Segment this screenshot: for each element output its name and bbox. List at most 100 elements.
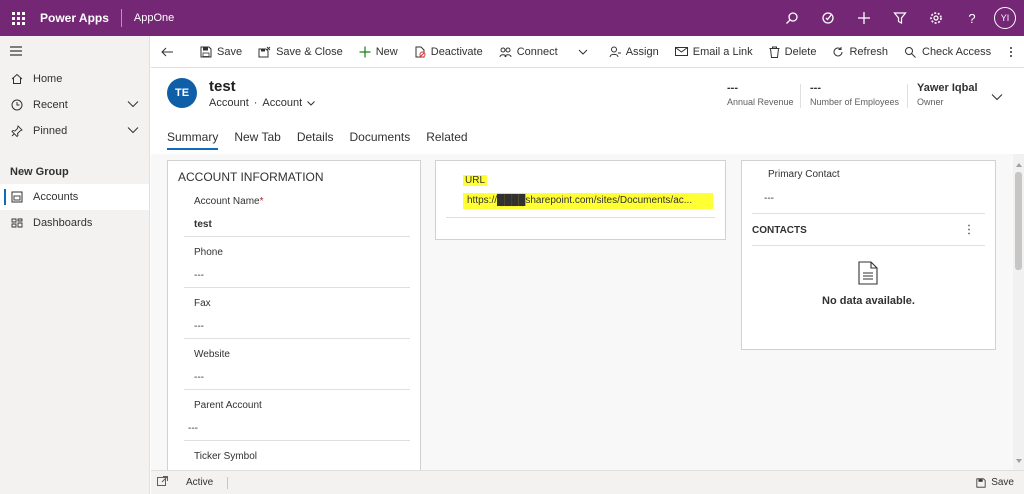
plus-icon <box>359 46 371 57</box>
app-module-name[interactable]: AppOne <box>134 12 174 24</box>
check-access-label: Check Access <box>922 45 992 58</box>
record-avatar: TE <box>167 78 197 108</box>
parent-account-field[interactable]: Parent Account --- <box>184 390 410 441</box>
dashboards-icon <box>10 216 24 230</box>
phone-value[interactable]: --- <box>194 270 204 281</box>
hamburger-menu-icon[interactable] <box>0 36 149 66</box>
delete-label: Delete <box>784 45 817 58</box>
check-access-button[interactable]: Check Access <box>896 36 999 68</box>
email-link-button[interactable]: Email a Link <box>667 36 761 68</box>
sidebar-item-recent[interactable]: Recent <box>0 92 149 118</box>
owner-label: Owner <box>917 97 944 107</box>
sidebar-item-label: Accounts <box>33 191 79 203</box>
primary-contact-value[interactable]: --- <box>764 193 774 204</box>
record-title: test <box>209 78 236 95</box>
delete-button[interactable]: Delete <box>761 36 825 68</box>
assign-label: Assign <box>625 45 659 58</box>
contacts-title: CONTACTS <box>752 225 807 236</box>
save-icon <box>976 477 986 488</box>
field-label: Fax <box>194 298 211 309</box>
sidebar-item-home[interactable]: Home <box>0 66 149 92</box>
save-close-button[interactable]: Save & Close <box>250 36 351 68</box>
more-options-icon[interactable] <box>967 224 971 238</box>
expand-header-icon[interactable] <box>991 92 1003 104</box>
scroll-down-icon[interactable] <box>1016 454 1022 466</box>
employees-field: --- Number of Employees <box>810 82 899 107</box>
phone-field[interactable]: Phone --- <box>184 237 410 288</box>
user-avatar[interactable]: YI <box>994 7 1016 29</box>
command-bar: Save Save & Close New Deactivate Connect… <box>151 36 1024 68</box>
back-button[interactable] <box>151 36 188 68</box>
owner-link[interactable]: Yawer Iqbal <box>917 82 978 95</box>
more-commands-icon[interactable] <box>999 36 1024 68</box>
subgrid-divider <box>752 245 985 246</box>
email-link-label: Email a Link <box>692 45 753 58</box>
sidebar-item-accounts[interactable]: Accounts <box>0 184 149 210</box>
account-name-field[interactable]: Account Name* test <box>184 186 410 237</box>
fax-field[interactable]: Fax --- <box>184 288 410 339</box>
save-button[interactable]: Save <box>192 36 250 68</box>
account-name-value[interactable]: test <box>194 219 212 230</box>
open-in-new-window-icon[interactable] <box>157 476 168 489</box>
sidebar: Home Recent Pinned New Group Accounts Da… <box>0 36 150 494</box>
website-field[interactable]: Website --- <box>184 339 410 390</box>
vertical-scrollbar[interactable] <box>1013 154 1024 470</box>
new-label: New <box>375 45 398 58</box>
connect-icon <box>499 47 512 57</box>
ticker-symbol-field[interactable]: Ticker Symbol <box>184 441 410 470</box>
app-name[interactable]: Power Apps <box>40 11 109 25</box>
field-label: Account Name* <box>194 196 264 207</box>
record-entity: Account <box>209 97 249 109</box>
plus-icon[interactable] <box>846 0 882 36</box>
record-header: TE test Account · Account --- Annual Rev… <box>151 68 1024 126</box>
connect-dropdown-button[interactable] <box>570 36 601 68</box>
chevron-down-icon[interactable] <box>127 99 139 111</box>
record-subtitle: Account · Account <box>209 97 316 109</box>
contacts-section: Primary Contact --- CONTACTS No data ava… <box>741 160 996 350</box>
tab-summary[interactable]: Summary <box>167 126 219 150</box>
clock-icon <box>10 98 24 112</box>
record-status: Active <box>186 477 214 488</box>
save-close-label: Save & Close <box>276 45 343 58</box>
scroll-thumb[interactable] <box>1015 172 1022 270</box>
fax-value[interactable]: --- <box>194 321 204 332</box>
accounts-icon <box>10 190 24 204</box>
save-close-icon <box>258 46 271 57</box>
sidebar-item-pinned[interactable]: Pinned <box>0 118 149 144</box>
help-icon[interactable]: ? <box>954 0 990 36</box>
kpi-divider <box>800 84 801 108</box>
website-value[interactable]: --- <box>194 372 204 383</box>
scroll-up-icon[interactable] <box>1016 158 1022 170</box>
assign-button[interactable]: Assign <box>601 36 667 68</box>
status-save-button[interactable]: Save <box>976 477 1014 488</box>
tab-details[interactable]: Details <box>297 126 334 148</box>
sidebar-item-label: Recent <box>33 99 68 111</box>
filter-icon[interactable] <box>882 0 918 36</box>
home-icon <box>10 72 24 86</box>
search-icon[interactable] <box>774 0 810 36</box>
trash-icon <box>769 46 780 58</box>
chevron-down-icon <box>307 100 316 106</box>
field-underline <box>446 217 715 218</box>
app-header: Power Apps AppOne ? YI <box>0 0 1024 36</box>
tab-new-tab[interactable]: New Tab <box>234 126 280 148</box>
refresh-button[interactable]: Refresh <box>824 36 896 68</box>
lightbulb-icon[interactable] <box>810 0 846 36</box>
form-selector[interactable]: Account <box>262 97 302 109</box>
chevron-down-icon[interactable] <box>127 125 139 137</box>
new-button[interactable]: New <box>351 36 406 68</box>
connect-label: Connect <box>516 45 558 58</box>
sidebar-item-dashboards[interactable]: Dashboards <box>0 210 149 236</box>
parent-account-value[interactable]: --- <box>188 423 198 434</box>
url-value[interactable]: https://████sharepoint.com/sites/Documen… <box>463 193 713 209</box>
tab-related[interactable]: Related <box>426 126 467 148</box>
annual-revenue-label: Annual Revenue <box>727 97 794 107</box>
deactivate-icon <box>415 46 426 57</box>
tab-documents[interactable]: Documents <box>350 126 411 148</box>
connect-button[interactable]: Connect <box>491 36 566 68</box>
url-label: URL <box>463 175 488 186</box>
deactivate-button[interactable]: Deactivate <box>406 36 491 68</box>
app-launcher-icon[interactable] <box>0 0 36 36</box>
gear-icon[interactable] <box>918 0 954 36</box>
document-icon <box>858 261 878 288</box>
